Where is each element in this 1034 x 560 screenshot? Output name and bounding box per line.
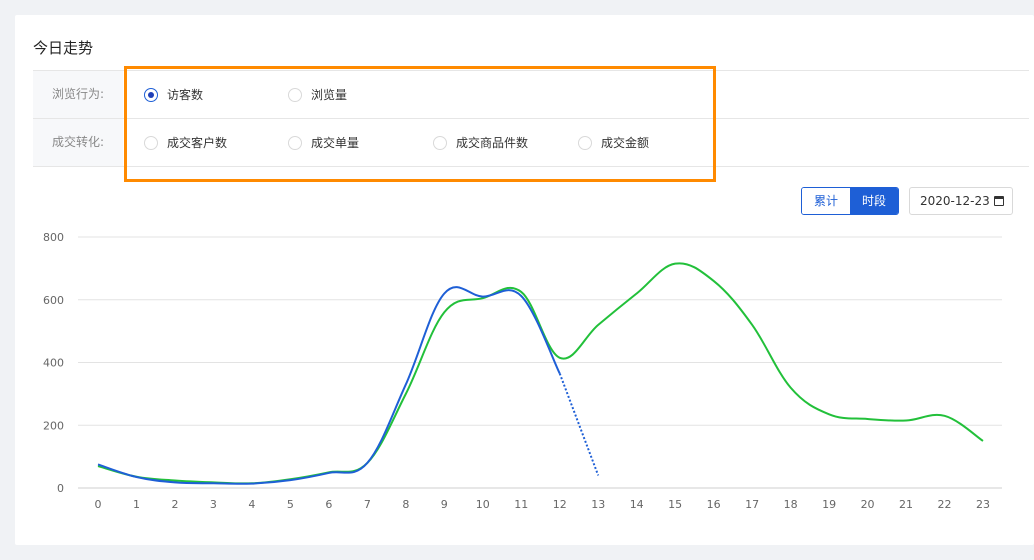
x-tick-label: 23 xyxy=(976,498,990,511)
x-tick-label: 17 xyxy=(745,498,759,511)
x-tick-label: 6 xyxy=(325,498,332,511)
series-line xyxy=(97,262,984,485)
x-tick-label: 21 xyxy=(899,498,913,511)
x-tick-label: 10 xyxy=(476,498,490,511)
chart-series xyxy=(97,262,984,485)
x-tick-label: 19 xyxy=(822,498,836,511)
x-tick-label: 18 xyxy=(784,498,798,511)
x-tick-label: 0 xyxy=(95,498,102,511)
y-tick-label: 800 xyxy=(43,231,64,244)
series-projection-line xyxy=(558,373,600,476)
x-tick-label: 16 xyxy=(707,498,721,511)
x-tick-label: 9 xyxy=(441,498,448,511)
x-tick-label: 4 xyxy=(248,498,255,511)
x-tick-label: 11 xyxy=(514,498,528,511)
y-tick-label: 0 xyxy=(57,482,64,495)
chart-grid xyxy=(78,236,1002,489)
y-tick-label: 400 xyxy=(43,357,64,370)
y-tick-label: 200 xyxy=(43,419,64,432)
x-tick-label: 8 xyxy=(402,498,409,511)
x-tick-label: 22 xyxy=(938,498,952,511)
x-tick-label: 12 xyxy=(553,498,567,511)
x-tick-label: 13 xyxy=(591,498,605,511)
x-tick-label: 2 xyxy=(171,498,178,511)
x-tick-label: 20 xyxy=(861,498,875,511)
x-tick-label: 1 xyxy=(133,498,140,511)
x-tick-label: 15 xyxy=(668,498,682,511)
trend-chart: 0200400600800 0 1 2 3 4 5 6 7 8 9 10 11 12 13 14 15 16 17… xyxy=(43,231,1002,511)
x-axis-labels: 0 1 2 3 4 5 6 7 8 9 10 11 12 13 14 15 16 17 18 19 20 21 22 23 xyxy=(95,498,991,511)
y-axis-labels: 0 200 400 600 800 xyxy=(43,231,64,495)
x-tick-label: 7 xyxy=(364,498,371,511)
x-tick-label: 14 xyxy=(630,498,644,511)
series-line xyxy=(97,286,561,485)
x-tick-label: 5 xyxy=(287,498,294,511)
x-tick-label: 3 xyxy=(210,498,217,511)
y-tick-label: 600 xyxy=(43,294,64,307)
